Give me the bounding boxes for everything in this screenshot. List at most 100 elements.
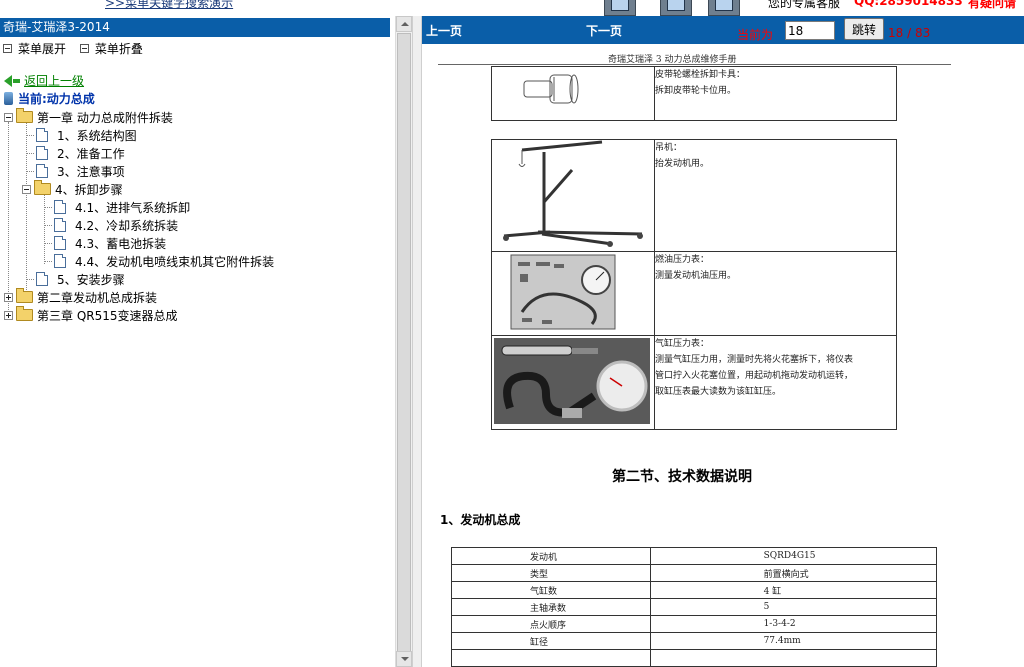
tree-label: 4.2、冷却系统拆装 [75,218,179,233]
spec-value [649,649,938,667]
toolbar-icon-2[interactable] [660,0,692,16]
pulley-holder-image [523,74,579,104]
table-row: 气缸数 4 缸 [451,581,938,599]
scroll-down-button[interactable] [396,651,412,667]
tree-chapter-2[interactable]: 第二章发动机总成拆装 [4,288,157,306]
tool-image-cell [491,139,655,252]
tree-item-4[interactable]: 4、拆卸步骤 [22,180,123,198]
table-row: 类型 前置横向式 [451,564,938,582]
top-strip: >>菜单关键字搜索演示 您的专属客服 QQ:2859014833 有疑问请 [0,0,1024,16]
tool-desc: 皮带轮螺栓拆卸卡具： 拆卸皮带轮卡位用。 [654,66,897,121]
tree-item-3[interactable]: 3、注意事项 [27,162,125,180]
tool-image-cell [491,251,655,336]
collapse-label: 菜单折叠 [94,42,143,56]
document-icon [54,218,66,232]
engine-crane-image [503,140,643,247]
table-row: 点火顺序 1-3-4-2 [451,615,938,633]
folder-open-icon [34,180,51,195]
back-row[interactable]: 返回上一级 [4,72,84,89]
document-icon [54,200,66,214]
collapse-menu-button[interactable]: 菜单折叠 [79,40,143,57]
tool-table-2: 吊机： 抬发动机用。 燃油压力表： 测量发动机油压用。 气缸压力表： 测量气缸压… [491,139,897,430]
collapse-toggle-icon[interactable] [4,112,13,122]
document-icon [36,164,48,178]
folder-icon [16,288,33,303]
document-icon [36,146,48,160]
spec-value: SQRD4G15 [649,547,938,565]
tree-label: 5、安装步骤 [57,272,125,287]
tree-label: 3、注意事项 [57,164,125,179]
tree-item-4-2[interactable]: 4.2、冷却系统拆装 [45,216,178,234]
tool-image-cell [491,335,655,430]
spec-key [451,649,651,667]
expand-toggle-icon[interactable] [4,310,13,320]
toolbar-icon-3[interactable] [708,0,740,16]
back-link[interactable]: 返回上一级 [24,72,84,89]
scroll-thumb[interactable] [397,33,411,653]
back-arrow-icon [4,74,12,87]
tool-image-cell [491,66,655,121]
tree-item-2[interactable]: 2、准备工作 [27,144,125,162]
menu-scrollbar[interactable] [395,16,413,667]
keyword-search-demo-link[interactable]: >>菜单关键字搜索演示 [105,0,233,11]
table-row: 缸径 77.4mm [451,632,938,650]
document-icon [54,236,66,250]
tree-label: 第三章 QR515变速器总成 [37,308,178,323]
spec-key: 气缸数 [451,581,651,599]
tree-item-5[interactable]: 5、安装步骤 [27,270,125,288]
spec-value: 前置横向式 [649,564,938,582]
tree-item-4-1[interactable]: 4.1、进排气系统拆卸 [45,198,190,216]
header-rule [438,64,951,65]
tree-label: 4.1、进排气系统拆卸 [75,200,191,215]
spec-key: 缸径 [451,632,651,650]
tree-item-4-4[interactable]: 4.4、发动机电喷线束机其它附件拆装 [45,252,274,270]
table-row: 发动机 SQRD4G15 [451,547,938,565]
collapse-toggle-icon[interactable] [22,184,31,194]
subsection-title: 1、发动机总成 [440,513,521,527]
spec-table: 发动机 SQRD4G15 类型 前置横向式 气缸数 4 缸 主轴承数 5 点火顺序 1-3… [451,547,938,667]
current-location: 当前:动力总成 [4,90,95,107]
table-row: 主轴承数 5 [451,598,938,616]
collapse-icon [79,44,89,53]
spec-key: 主轴承数 [451,598,651,616]
expand-label: 菜单展开 [18,42,67,56]
tree-item-1[interactable]: 1、系统结构图 [27,126,137,144]
jump-button[interactable]: 跳转 [844,18,884,40]
spec-key: 点火顺序 [451,615,651,633]
tree-chapter-3[interactable]: 第三章 QR515变速器总成 [4,306,178,324]
tree-label: 第一章 动力总成附件拆装 [37,110,173,125]
folder-open-icon [16,108,33,123]
fuel-pressure-gauge-image [510,254,616,330]
tool-desc: 燃油压力表： 测量发动机油压用。 [654,251,897,336]
expand-menu-button[interactable]: 菜单展开 [3,40,66,57]
page-count: 18 / 83 [888,26,931,40]
tool-desc: 气缸压力表： 测量气缸压力用，测量时先将火花塞拆下，将仪表 管口拧入火花塞位置，… [654,335,897,430]
current-page-label: 当前为 [737,28,774,42]
expand-toggle-icon[interactable] [4,292,13,302]
spec-value: 4 缸 [649,581,938,599]
tree-item-4-3[interactable]: 4.3、蓄电池拆装 [45,234,166,252]
current-label: 当前:动力总成 [18,92,95,106]
document-icon [36,272,48,286]
tree-label: 第二章发动机总成拆装 [37,290,158,305]
scroll-up-button[interactable] [396,16,412,32]
tree-label: 4.3、蓄电池拆装 [75,236,167,251]
tree-chapter-1[interactable]: 第一章 动力总成附件拆装 [4,108,173,126]
menu-title: 奇瑞-艾瑞泽3-2014 [0,18,390,37]
spec-key: 发动机 [451,547,651,565]
toolbar-icon-1[interactable] [604,0,636,16]
support-text: 您的专属客服 [768,0,841,10]
tool-table-1: 皮带轮螺栓拆卸卡具： 拆卸皮带轮卡位用。 [491,66,897,121]
tree-label: 4.4、发动机电喷线束机其它附件拆装 [75,254,275,269]
folder-icon [16,306,33,321]
section-title: 第二节、技术数据说明 [612,469,752,485]
prev-page-button[interactable]: 上一页 [426,22,462,39]
tool-desc: 吊机： 抬发动机用。 [654,139,897,252]
next-page-button[interactable]: 下一页 [586,22,622,39]
page-navbar: 上一页 下一页 当前为 跳转 18 / 83 [422,16,1024,44]
tree-label: 1、系统结构图 [57,128,137,143]
frame-divider[interactable] [412,16,422,667]
page-number-input[interactable] [785,21,835,40]
menu-ops: 菜单展开 菜单折叠 [3,40,153,57]
tree-label: 4、拆卸步骤 [55,182,123,197]
